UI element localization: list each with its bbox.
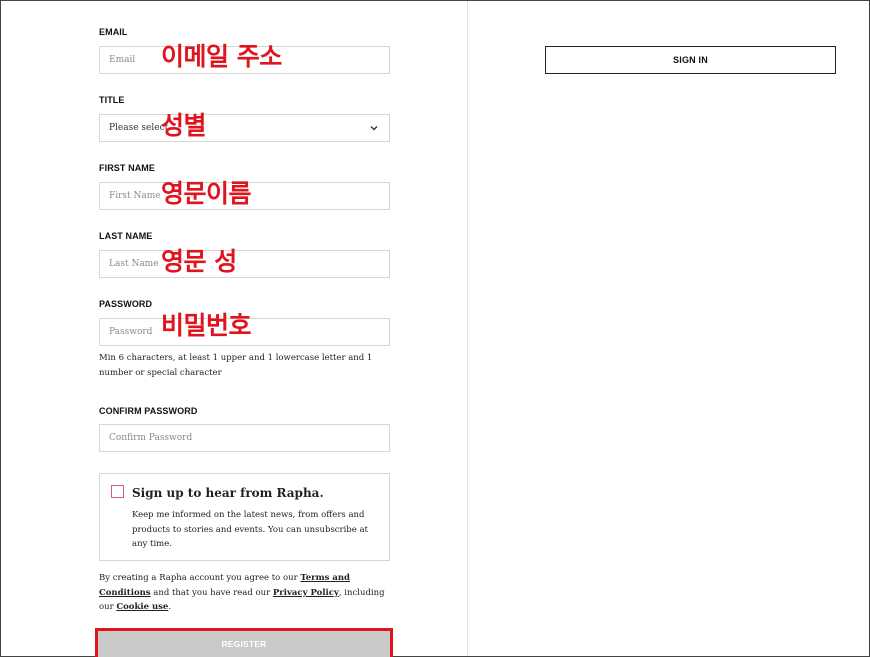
last-name-annotation: 영문 성	[161, 247, 237, 276]
column-divider	[467, 1, 468, 656]
legal-text: By creating a Rapha account you agree to…	[99, 571, 399, 615]
legal-middle: and that you have read our	[150, 587, 273, 598]
privacy-link[interactable]: Privacy Policy	[273, 588, 339, 598]
newsletter-box: Sign up to hear from Rapha. Keep me info…	[99, 473, 390, 561]
last-name-label: LAST NAME	[99, 231, 153, 241]
confirm-password-input[interactable]	[99, 424, 390, 452]
newsletter-text: Keep me informed on the latest news, fro…	[132, 510, 368, 549]
legal-suffix: .	[168, 602, 172, 612]
title-select-value: Please select	[109, 123, 169, 133]
password-hint: Min 6 characters, at least 1 upper and 1…	[99, 353, 373, 378]
title-select[interactable]: Please select	[99, 114, 390, 142]
first-name-label: FIRST NAME	[99, 163, 155, 173]
password-annotation: 비밀번호	[161, 311, 252, 340]
last-name-input[interactable]	[99, 250, 390, 278]
title-label: TITLE	[99, 95, 125, 105]
newsletter-checkbox[interactable]	[111, 485, 124, 498]
first-name-annotation: 영문이름	[161, 179, 252, 208]
email-label: EMAIL	[99, 27, 128, 37]
sign-in-button[interactable]: SIGN IN	[545, 46, 836, 74]
password-label: PASSWORD	[99, 299, 153, 309]
title-annotation: 성별	[161, 111, 207, 140]
email-annotation: 이메일 주소	[161, 42, 282, 71]
chevron-down-icon	[370, 126, 378, 131]
confirm-password-label: CONFIRM PASSWORD	[99, 406, 198, 416]
register-button[interactable]: REGISTER	[98, 631, 390, 657]
cookie-link[interactable]: Cookie use	[116, 602, 168, 612]
newsletter-title: Sign up to hear from Rapha.	[132, 486, 324, 500]
legal-prefix: By creating a Rapha account you agree to…	[99, 573, 301, 583]
